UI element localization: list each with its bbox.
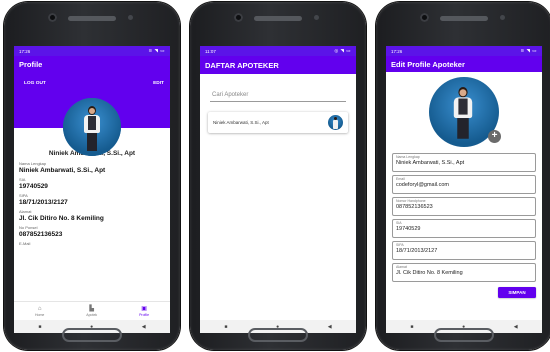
sia-field[interactable]: SIA 19740529 [392, 219, 536, 238]
logout-button[interactable]: LOG OUT [24, 81, 46, 86]
profile-details: Nama Lengkap Niniek Ambarwati, S.Si., Ap… [14, 161, 170, 246]
back-icon[interactable]: ◀ [514, 324, 518, 330]
sensor-icon [314, 15, 319, 20]
address-field[interactable]: Alamat Jl. Cik Ditiro No. 8 Kemiling [392, 263, 536, 282]
field-value: Niniek Ambarwati, S.Si., Apt [19, 167, 106, 174]
field-label: Nama Lengkap [19, 161, 47, 166]
field-label: SIPA [19, 193, 28, 198]
front-camera-icon [48, 13, 57, 22]
field-label: SIA [19, 177, 26, 182]
sensor-icon [128, 15, 133, 20]
profile-header: LOG OUT EDIT [14, 73, 170, 156]
sipa-field[interactable]: SIPA 18/71/2013/2127 [392, 241, 536, 260]
field-value: 18/71/2013/2127 [19, 199, 68, 206]
field-value: Niniek Ambarwati, S.Si., Apt [396, 160, 465, 166]
field-value: 087852136523 [19, 231, 63, 238]
nav-item-home[interactable]: ⌂ Home [35, 306, 44, 317]
app-bar-title: Edit Profile Apoteker [386, 56, 542, 72]
field-value: 087852136523 [396, 204, 433, 210]
name-field[interactable]: Nama Lengkap Niniek Ambarwati, S.Si., Ap… [392, 153, 536, 172]
nav-item-profile[interactable]: ▣ Profile [139, 306, 149, 317]
field-value: 19740529 [19, 183, 48, 190]
field-label: Nama Lengkap [396, 155, 420, 159]
list-item-avatar [328, 115, 343, 130]
profile-screen: 17:26 ≋ ◥ ▭ Profile LOG OUT EDIT Niniek … [14, 46, 170, 333]
field-label: No Ponsel [19, 225, 38, 230]
status-icons: ≋ ◥ ▭ [148, 48, 165, 53]
edit-screen: 17:26 ≋ ◥ ▭ Edit Profile Apoteker + Nama… [386, 46, 542, 333]
phone-home-bar [62, 328, 122, 342]
field-label: Alamat [396, 265, 407, 269]
back-icon[interactable]: ◀ [328, 324, 332, 330]
earpiece [440, 16, 488, 21]
apotek-icon: ▙ [89, 305, 95, 312]
earpiece [254, 16, 302, 21]
edit-avatar-section: + [386, 72, 542, 150]
home-icon: ⌂ [37, 305, 42, 312]
mockup-stage: 17:26 ≋ ◥ ▭ Profile LOG OUT EDIT Niniek … [0, 0, 550, 352]
edit-button[interactable]: EDIT [153, 81, 164, 86]
list-screen: 11:07 ◎ ◥ ▭ DAFTAR APOTEKER Cari Apoteke… [200, 46, 356, 333]
nav-label: Profile [139, 312, 150, 317]
status-bar: 11:07 ◎ ◥ ▭ [200, 46, 356, 56]
field-label: E-Mail [19, 241, 31, 246]
field-label: SIPA [396, 243, 404, 247]
front-camera-icon [420, 13, 429, 22]
save-button[interactable]: SIMPAN [498, 287, 536, 298]
search-input[interactable]: Cari Apoteker [210, 90, 346, 102]
field-label: Email [396, 177, 405, 181]
field-value: 18/71/2013/2127 [396, 248, 438, 254]
status-time: 17:26 [19, 48, 31, 54]
phone-frame-edit: 17:26 ≋ ◥ ▭ Edit Profile Apoteker + Nama… [376, 2, 550, 350]
add-photo-icon[interactable]: + [488, 130, 501, 143]
person-photo [453, 87, 474, 142]
app-bar-title: DAFTAR APOTEKER [200, 56, 356, 74]
phone-field[interactable]: Nomor Handphone 087852136523 [392, 197, 536, 216]
nav-label: Home [34, 312, 45, 317]
phone-frame-list: 11:07 ◎ ◥ ▭ DAFTAR APOTEKER Cari Apoteke… [190, 2, 366, 350]
phone-home-bar [248, 328, 308, 342]
field-label: Alamat [19, 209, 32, 214]
list-item[interactable]: Niniek Ambarwati, S.Si., Apt [208, 112, 348, 133]
profile-icon: ▣ [141, 305, 147, 312]
earpiece [68, 16, 116, 21]
phone-frame-profile: 17:26 ≋ ◥ ▭ Profile LOG OUT EDIT Niniek … [4, 2, 180, 350]
status-bar: 17:26 ≋ ◥ ▭ [386, 46, 542, 56]
recents-icon[interactable]: ■ [224, 324, 227, 330]
status-bar: 17:26 ≋ ◥ ▭ [14, 46, 170, 56]
edit-form: Nama Lengkap Niniek Ambarwati, S.Si., Ap… [386, 153, 542, 282]
nav-label: Apotek [86, 312, 98, 317]
field-value: 19740529 [396, 226, 421, 232]
field-label: SIA [396, 221, 402, 225]
sensor-icon [500, 15, 505, 20]
recents-icon[interactable]: ■ [38, 324, 41, 330]
back-icon[interactable]: ◀ [142, 324, 146, 330]
status-icons: ◎ ◥ ▭ [334, 48, 351, 53]
phone-home-bar [434, 328, 494, 342]
field-value: Jl. Cik Ditiro No. 8 Kemiling [396, 270, 463, 276]
field-value: codeforyl@gmail.com [396, 182, 449, 188]
bottom-navigation: ⌂ Home ▙ Apotek ▣ Profile [14, 301, 170, 320]
recents-icon[interactable]: ■ [410, 324, 413, 330]
app-bar-title: Profile [14, 56, 170, 73]
email-field[interactable]: Email codeforyl@gmail.com [392, 175, 536, 194]
status-icons: ≋ ◥ ▭ [520, 48, 537, 53]
list-item-name: Niniek Ambarwati, S.Si., Apt [213, 120, 269, 125]
nav-item-apotek[interactable]: ▙ Apotek [86, 306, 97, 317]
status-time: 11:07 [205, 48, 216, 54]
status-time: 17:26 [391, 48, 403, 54]
profile-avatar [63, 98, 121, 156]
field-value: Jl. Cik Ditiro No. 8 Kemiling [19, 215, 104, 222]
field-label: Nomor Handphone [396, 199, 426, 203]
person-photo [83, 106, 101, 154]
front-camera-icon [234, 13, 243, 22]
